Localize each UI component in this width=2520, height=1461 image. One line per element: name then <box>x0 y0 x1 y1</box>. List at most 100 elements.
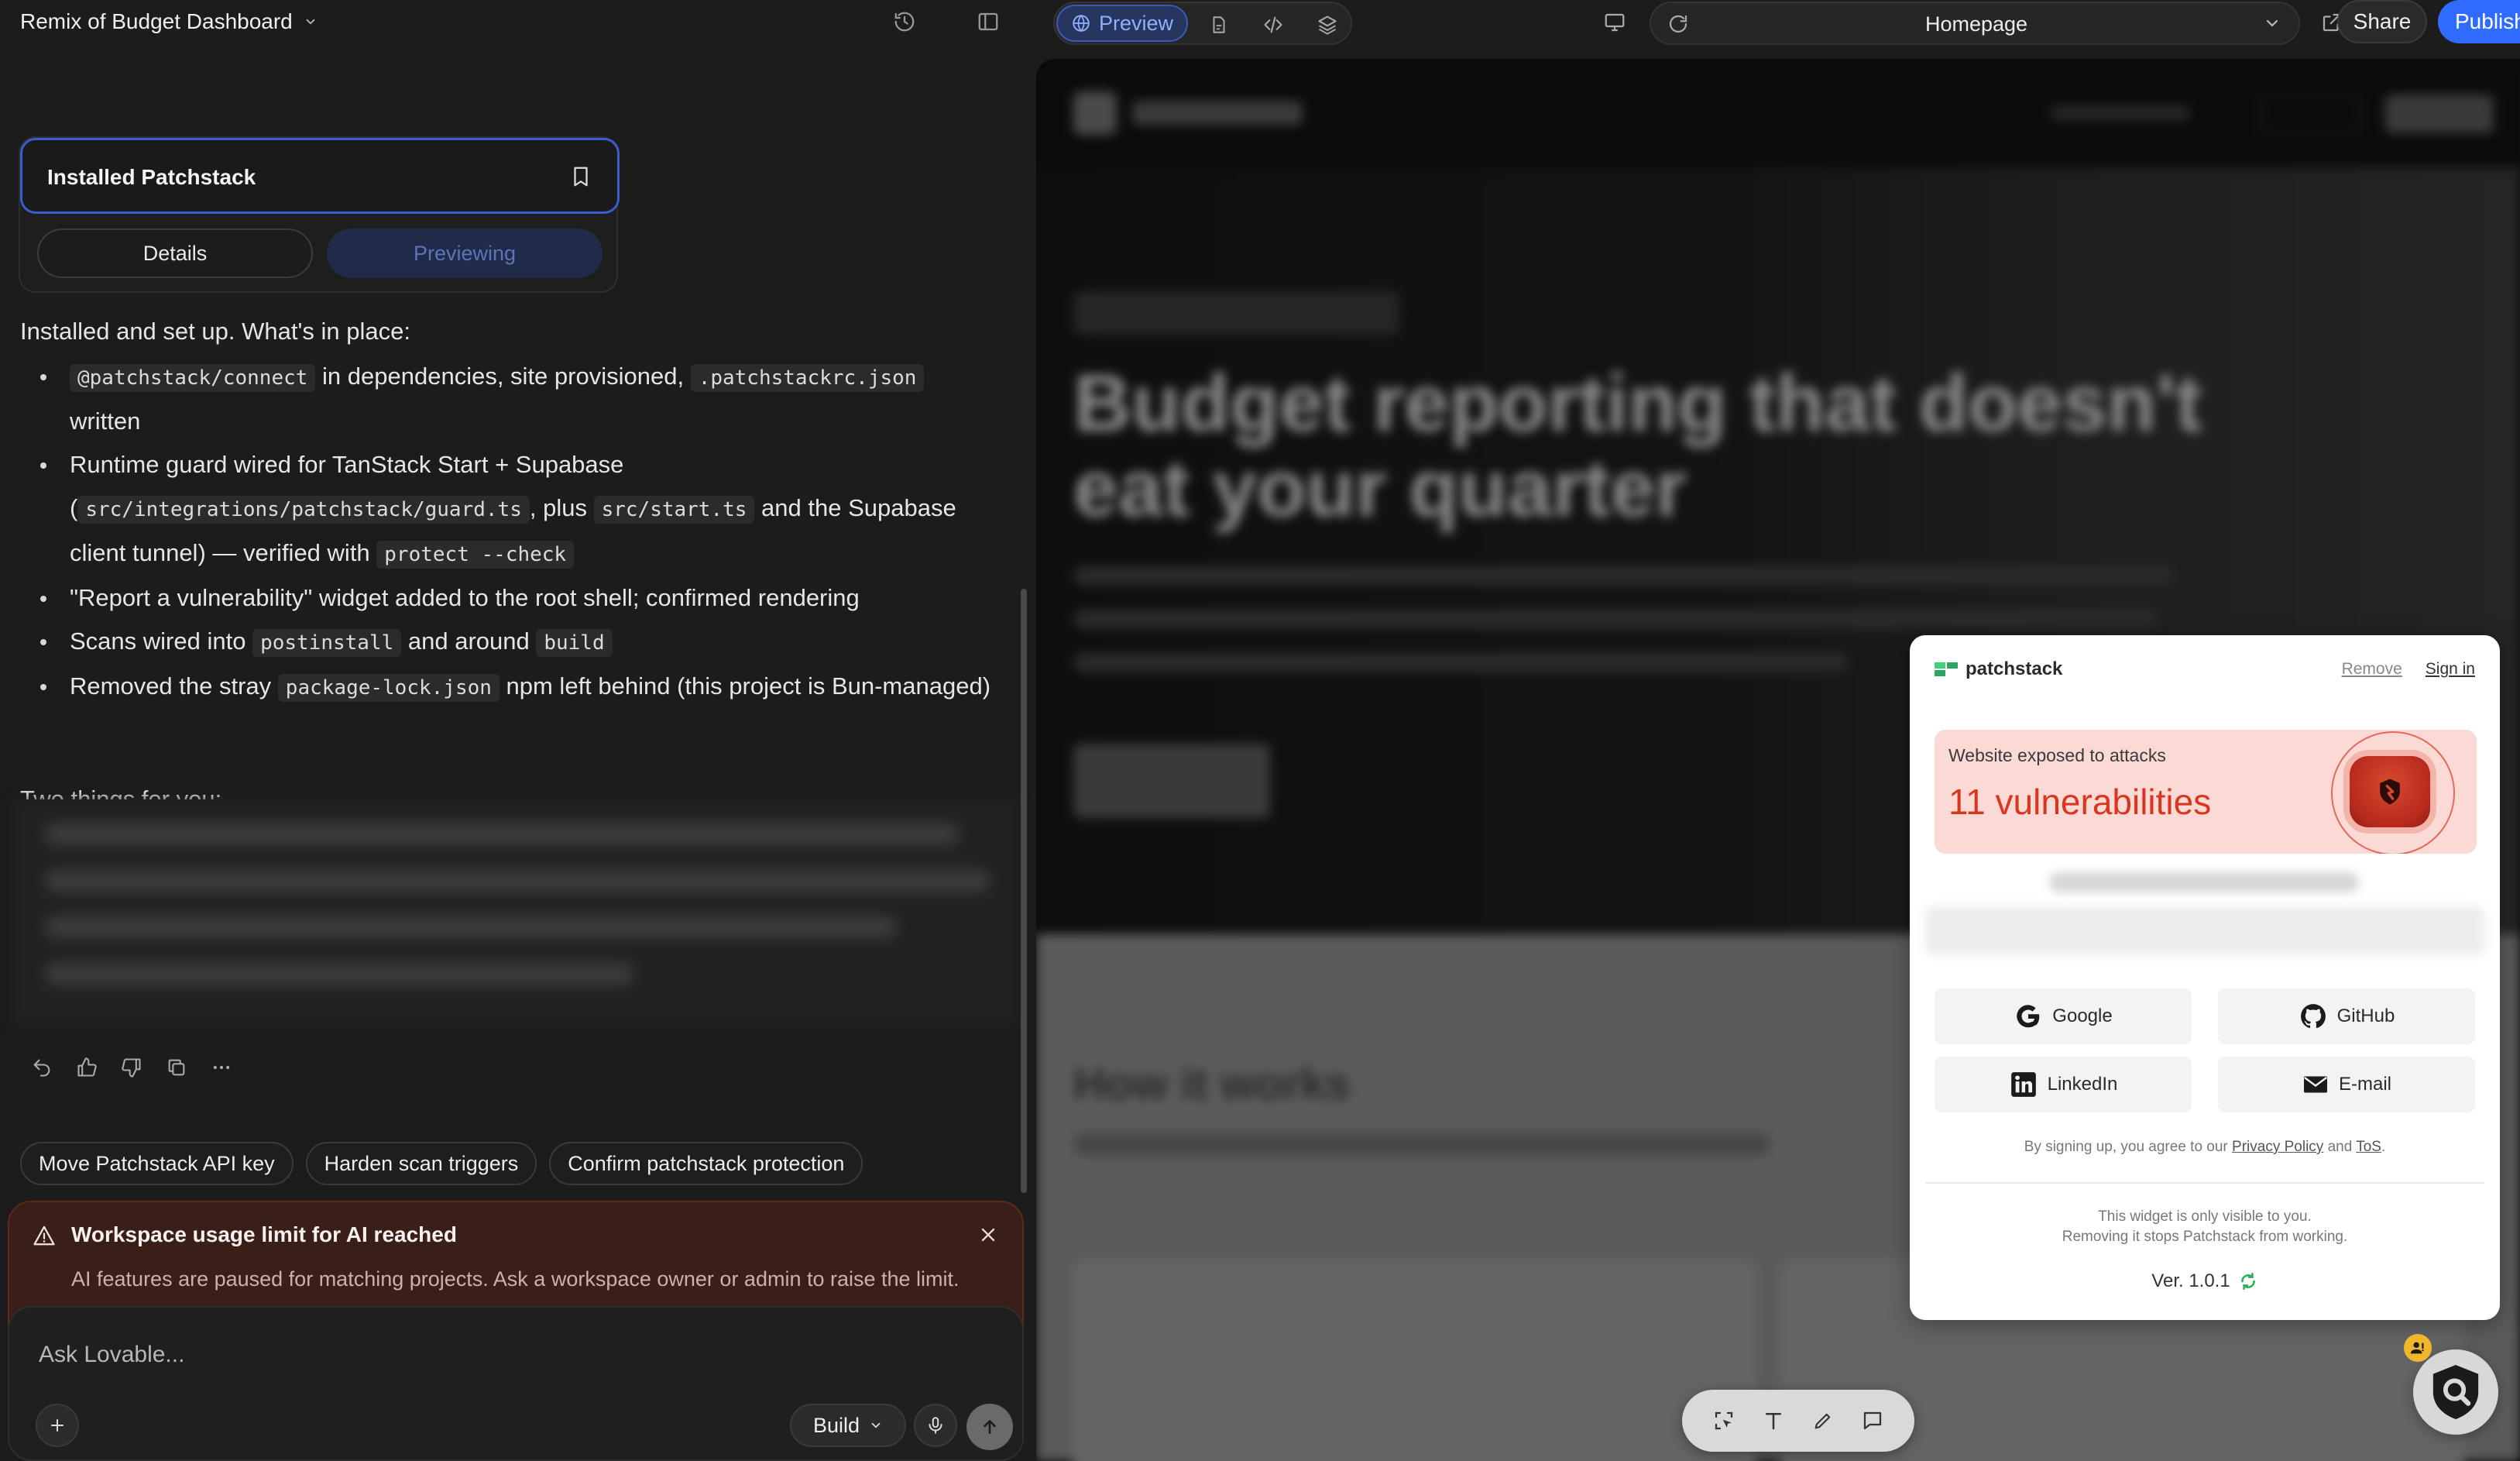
send-button[interactable] <box>966 1404 1013 1450</box>
linkedin-icon <box>2010 1072 2036 1097</box>
attach-button[interactable] <box>36 1404 79 1447</box>
file-icon[interactable] <box>1207 12 1231 37</box>
privacy-policy-link[interactable]: Privacy Policy <box>2232 1139 2323 1155</box>
current-page: Homepage <box>1924 12 2028 36</box>
bookmark-icon[interactable] <box>569 163 592 190</box>
widget-note-line-1: This widget is only visible to you. <box>2098 1208 2312 1225</box>
chat-panel: Remix of Budget Dashboard Installed Patc… <box>0 0 1030 1461</box>
widget-version: Ver. 1.0.1 <box>1910 1270 2500 1292</box>
code-icon[interactable] <box>1261 12 1286 37</box>
widget-note: This widget is only visible to you. Remo… <box>1910 1207 2500 1247</box>
message-text: in dependencies, site provisioned, <box>315 363 691 390</box>
message-list-item: @patchstack/connect in dependencies, sit… <box>20 355 996 443</box>
preview-tab[interactable]: Preview <box>1056 5 1188 42</box>
text-tool-icon[interactable] <box>1760 1407 1787 1435</box>
sync-icon <box>2240 1272 2255 1291</box>
message-subheading: Two things for you: <box>20 786 222 799</box>
mail-icon <box>2303 1076 2327 1093</box>
message-list: @patchstack/connect in dependencies, sit… <box>20 355 996 710</box>
github-signin-button[interactable]: GitHub <box>2218 988 2475 1044</box>
mode-select[interactable]: Build <box>790 1404 906 1447</box>
previewing-button[interactable]: Previewing <box>327 229 603 278</box>
install-card-header[interactable]: Installed Patchstack <box>20 138 620 214</box>
widget-links: Remove Sign in <box>2342 660 2475 679</box>
chat-input[interactable]: Ask Lovable... <box>39 1342 184 1368</box>
patchstack-widget: patchstack Remove Sign in Website expose… <box>1910 635 2500 1320</box>
chevron-down-icon <box>2263 14 2281 33</box>
message-text: , plus <box>529 494 594 521</box>
suggestion-chip[interactable]: Move Patchstack API key <box>20 1142 294 1185</box>
publish-button[interactable]: Publish <box>2438 0 2520 43</box>
google-label: Google <box>2052 1006 2113 1026</box>
warning-icon <box>33 1224 56 1247</box>
thumbs-down-icon[interactable] <box>119 1055 144 1080</box>
chevron-down-icon <box>304 15 318 29</box>
user-alert-icon <box>2404 1334 2432 1362</box>
patchstack-logo-icon <box>1935 662 1958 676</box>
undo-icon[interactable] <box>29 1055 54 1080</box>
message-list-item: Runtime guard wired for TanStack Start +… <box>20 443 996 576</box>
message-text: "Report a vulnerability" widget added to… <box>70 584 860 611</box>
suggestion-chip[interactable]: Harden scan triggers <box>305 1142 537 1185</box>
layers-icon[interactable] <box>1315 12 1340 37</box>
select-element-icon[interactable] <box>1710 1407 1738 1435</box>
inline-code: build <box>536 629 613 657</box>
close-icon[interactable] <box>977 1224 999 1246</box>
thumbs-up-icon[interactable] <box>74 1055 99 1080</box>
message-text: and around <box>401 627 537 655</box>
banner-body: AI features are paused for matching proj… <box>71 1267 960 1291</box>
sign-in-link[interactable]: Sign in <box>2426 660 2475 679</box>
blurred-content <box>14 799 1018 1024</box>
shield-alert-icon <box>2350 756 2430 827</box>
page-selector[interactable]: Homepage <box>1650 2 2300 45</box>
globe-icon <box>1073 15 1090 32</box>
suggestion-chip[interactable]: Confirm patchstack protection <box>549 1142 863 1185</box>
message-intro: Installed and set up. What's in place: <box>20 318 410 345</box>
more-icon[interactable] <box>209 1055 234 1080</box>
blurred-widget-content <box>1925 865 2484 957</box>
message-text: npm left behind (this project is Bun-man… <box>499 672 991 700</box>
inline-code: postinstall <box>252 629 402 657</box>
history-icon[interactable] <box>891 8 918 36</box>
inline-code: src/start.ts <box>593 496 755 524</box>
inline-code: protect --check <box>376 541 575 569</box>
share-button[interactable]: Share <box>2337 0 2427 43</box>
project-title: Remix of Budget Dashboard <box>20 9 293 33</box>
vulnerability-count: 11 vulnerabilities <box>1948 782 2212 822</box>
chat-scrollbar[interactable] <box>1021 589 1027 1193</box>
preview-how-heading: How it works <box>1073 1059 1351 1109</box>
terms-and: and <box>2323 1139 2357 1155</box>
microphone-button[interactable] <box>914 1404 957 1447</box>
github-label: GitHub <box>2336 1006 2395 1026</box>
tos-link[interactable]: ToS <box>2356 1139 2381 1155</box>
linkedin-label: LinkedIn <box>2047 1074 2118 1095</box>
sidebar-toggle-icon[interactable] <box>974 8 1002 36</box>
install-card-title: Installed Patchstack <box>47 165 256 189</box>
inline-code: @patchstack/connect <box>70 364 316 392</box>
message-text: written <box>70 407 141 435</box>
linkedin-signin-button[interactable]: LinkedIn <box>1935 1057 2192 1112</box>
inline-code: package-lock.json <box>277 674 500 702</box>
message-text: Scans wired into <box>70 627 253 655</box>
comment-icon[interactable] <box>1859 1407 1887 1435</box>
install-card: Installed Patchstack Details Previewing <box>19 136 620 293</box>
remove-link[interactable]: Remove <box>2342 660 2402 679</box>
google-signin-button[interactable]: Google <box>1935 988 2192 1044</box>
details-button[interactable]: Details <box>37 229 313 278</box>
vulnerability-alert: Website exposed to attacks 11 vulnerabil… <box>1935 730 2477 854</box>
message-text: Removed the stray <box>70 672 278 700</box>
chevron-down-icon <box>871 1422 881 1428</box>
pencil-icon[interactable] <box>1809 1407 1837 1435</box>
widget-divider <box>1925 1182 2484 1184</box>
terms-text: By signing up, you agree to our Privacy … <box>2024 1139 2386 1155</box>
message-list-item: "Report a vulnerability" widget added to… <box>20 576 996 620</box>
email-signin-button[interactable]: E-mail <box>2218 1057 2475 1112</box>
project-title-dropdown[interactable]: Remix of Budget Dashboard <box>20 9 318 34</box>
copy-icon[interactable] <box>164 1055 189 1080</box>
composer: Ask Lovable... Build <box>8 1306 1024 1461</box>
patchstack-launcher-button[interactable] <box>2413 1349 2498 1435</box>
banner-title: Workspace usage limit for AI reached <box>71 1222 457 1246</box>
monitor-icon[interactable] <box>1603 11 1626 34</box>
patchstack-logo: patchstack <box>1935 658 2062 680</box>
terms-prefix: By signing up, you agree to our <box>2024 1139 2233 1155</box>
